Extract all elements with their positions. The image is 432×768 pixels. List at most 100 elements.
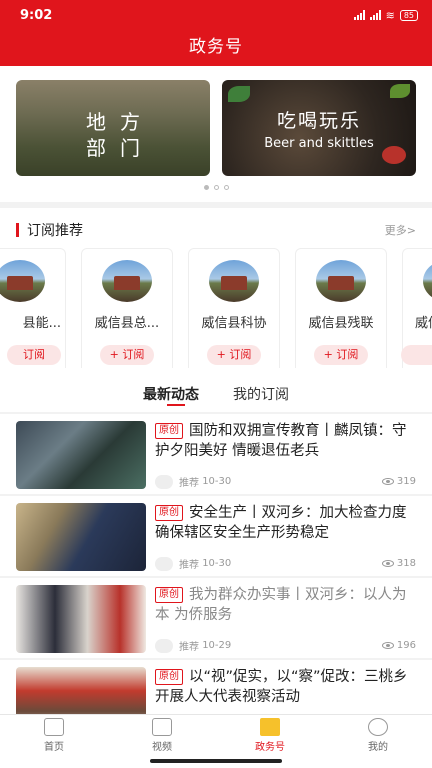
original-tag: 原创 — [155, 505, 183, 521]
section-title: 订阅推荐 — [16, 220, 83, 240]
banner-card-subtitle: Beer and skittles — [264, 136, 374, 151]
news-source: 推荐 — [179, 642, 199, 653]
home-indicator — [0, 754, 432, 768]
news-title-text: 国防和双拥宣传教育丨麟凤镇：守护夕阳美好 情暖退伍老兵 — [155, 423, 407, 459]
banner-card-local-departments[interactable]: 地方 部门 — [16, 80, 210, 176]
view-count: 319 — [381, 476, 416, 487]
tab-latest[interactable]: 最新动态 — [143, 368, 199, 412]
battery-icon: 85 — [399, 9, 418, 21]
channel-name: 县能... — [22, 316, 61, 331]
channel-card[interactable]: 威信县残联 + 订阅 — [295, 248, 387, 374]
news-title: 原创 以“视”促实，以“察”促改：三桃乡开展人大代表视察活动 — [155, 667, 418, 707]
more-link[interactable]: 更多> — [385, 222, 416, 238]
status-icons: ≋ 85 — [353, 9, 418, 22]
eye-icon — [381, 478, 394, 485]
view-count-value: 196 — [396, 640, 416, 651]
carousel-dot — [223, 185, 229, 190]
section-title-bar — [16, 223, 19, 237]
subscription-recommend-section: 订阅推荐 更多> 县能... 订阅 威信县总... + 订阅 威信县科协 + 订… — [0, 208, 432, 374]
channel-name: 威信县总... — [94, 316, 160, 331]
channel-avatar — [316, 260, 366, 302]
news-title-text: 以“视”促实，以“察”促改：三桃乡开展人大代表视察活动 — [155, 669, 408, 705]
nav-home[interactable]: 首页 — [0, 715, 108, 754]
leaf-decoration — [228, 86, 250, 102]
tab-my-subscriptions[interactable]: 我的订阅 — [233, 368, 289, 412]
leaf-decoration — [390, 84, 410, 98]
news-title: 原创 我为群众办实事丨双河乡：以人为本 为侨服务 — [155, 585, 418, 625]
channel-card[interactable]: 县能... 订阅 — [0, 248, 66, 374]
subscribe-button[interactable]: 订阅 — [7, 345, 61, 365]
subscribe-button[interactable] — [401, 345, 432, 365]
feed-tabs: 最新动态 我的订阅 — [0, 368, 432, 412]
channel-card[interactable]: 威信 — [401, 248, 432, 374]
news-source: 推荐 — [179, 478, 199, 489]
news-item[interactable]: 原创 安全生产丨双河乡：加大检查力度 确保辖区安全生产形势稳定 推荐 10-30 … — [0, 496, 432, 576]
news-title-text: 安全生产丨双河乡：加大检查力度 确保辖区安全生产形势稳定 — [155, 505, 407, 541]
channel-avatar — [0, 260, 45, 302]
news-thumbnail — [16, 421, 146, 489]
status-time: 9:02 — [20, 7, 53, 23]
home-indicator-bar[interactable] — [150, 759, 282, 763]
nav-label: 视频 — [152, 742, 172, 753]
subscribe-button[interactable]: + 订阅 — [207, 345, 261, 365]
view-count-value: 318 — [396, 558, 416, 569]
news-item[interactable]: 原创 我为群众办实事丨双河乡：以人为本 为侨服务 推荐 10-29 196 — [0, 578, 432, 658]
channel-name: 威信 — [415, 316, 432, 331]
original-tag: 原创 — [155, 587, 183, 603]
news-meta: 推荐 10-30 318 — [155, 556, 416, 571]
nav-label: 首页 — [44, 742, 64, 753]
nav-government-accounts[interactable]: 政务号 — [216, 715, 324, 754]
news-title: 原创 安全生产丨双河乡：加大检查力度 确保辖区安全生产形势稳定 — [155, 503, 418, 543]
news-meta: 推荐 10-30 319 — [155, 474, 416, 489]
nav-video[interactable]: 视频 — [108, 715, 216, 754]
carousel-indicator — [0, 185, 432, 190]
channel-avatar — [209, 260, 259, 302]
news-thumbnail — [16, 585, 146, 653]
section-header: 订阅推荐 更多> — [16, 220, 416, 240]
channel-name: 威信县残联 — [308, 316, 374, 331]
nav-label: 政务号 — [255, 742, 285, 753]
subscribe-button[interactable]: + 订阅 — [314, 345, 368, 365]
video-play-icon — [152, 718, 172, 736]
eye-icon — [381, 560, 394, 567]
banner-card-title: 吃喝玩乐 — [276, 110, 361, 132]
page-title: 政务号 — [189, 37, 243, 57]
channel-card[interactable]: 威信县总... + 订阅 — [81, 248, 173, 374]
nav-profile[interactable]: 我的 — [324, 715, 432, 754]
channel-name: 威信县科协 — [201, 316, 267, 331]
news-date: 10-30 — [202, 476, 232, 487]
status-bar: 9:02 ≋ 85 — [0, 0, 432, 30]
news-thumbnail — [16, 503, 146, 571]
view-count: 318 — [381, 558, 416, 569]
channel-avatar — [423, 260, 432, 302]
news-item[interactable]: 原创 国防和双拥宣传教育丨麟凤镇：守护夕阳美好 情暖退伍老兵 推荐 10-30 3… — [0, 414, 432, 494]
view-count-value: 319 — [396, 476, 416, 487]
news-meta: 推荐 10-29 196 — [155, 638, 416, 653]
home-icon — [44, 718, 64, 736]
news-body: 原创 国防和双拥宣传教育丨麟凤镇：守护夕阳美好 情暖退伍老兵 — [155, 421, 418, 461]
signal-icon-2 — [369, 10, 381, 20]
app-screen: 9:02 ≋ 85 政务号 地方 部门 吃喝玩乐 Beer and skittl… — [0, 0, 432, 768]
banner-card-food-fun[interactable]: 吃喝玩乐 Beer and skittles — [222, 80, 416, 176]
banner-card-line1: 地方 — [86, 110, 154, 134]
channel-card[interactable]: 威信县科协 + 订阅 — [188, 248, 280, 374]
news-date: 10-30 — [202, 558, 232, 569]
banner-carousel[interactable]: 地方 部门 吃喝玩乐 Beer and skittles — [0, 66, 432, 202]
news-title: 原创 国防和双拥宣传教育丨麟凤镇：守护夕阳美好 情暖退伍老兵 — [155, 421, 418, 461]
view-count: 196 — [381, 640, 416, 651]
carousel-dot — [203, 185, 209, 190]
nav-label: 我的 — [368, 742, 388, 753]
source-avatar — [155, 474, 173, 489]
carousel-dot — [213, 185, 219, 190]
original-tag: 原创 — [155, 423, 183, 439]
original-tag: 原创 — [155, 669, 183, 685]
section-title-text: 订阅推荐 — [27, 223, 83, 239]
news-source: 推荐 — [179, 560, 199, 571]
top-bar: 9:02 ≋ 85 政务号 — [0, 0, 432, 66]
subscribe-button[interactable]: + 订阅 — [100, 345, 154, 365]
news-body: 原创 我为群众办实事丨双河乡：以人为本 为侨服务 — [155, 585, 418, 625]
source-avatar — [155, 556, 173, 571]
signal-icon — [353, 10, 365, 20]
news-title-text: 我为群众办实事丨双河乡：以人为本 为侨服务 — [155, 587, 407, 623]
bottom-navigation: 首页 视频 政务号 我的 — [0, 714, 432, 754]
